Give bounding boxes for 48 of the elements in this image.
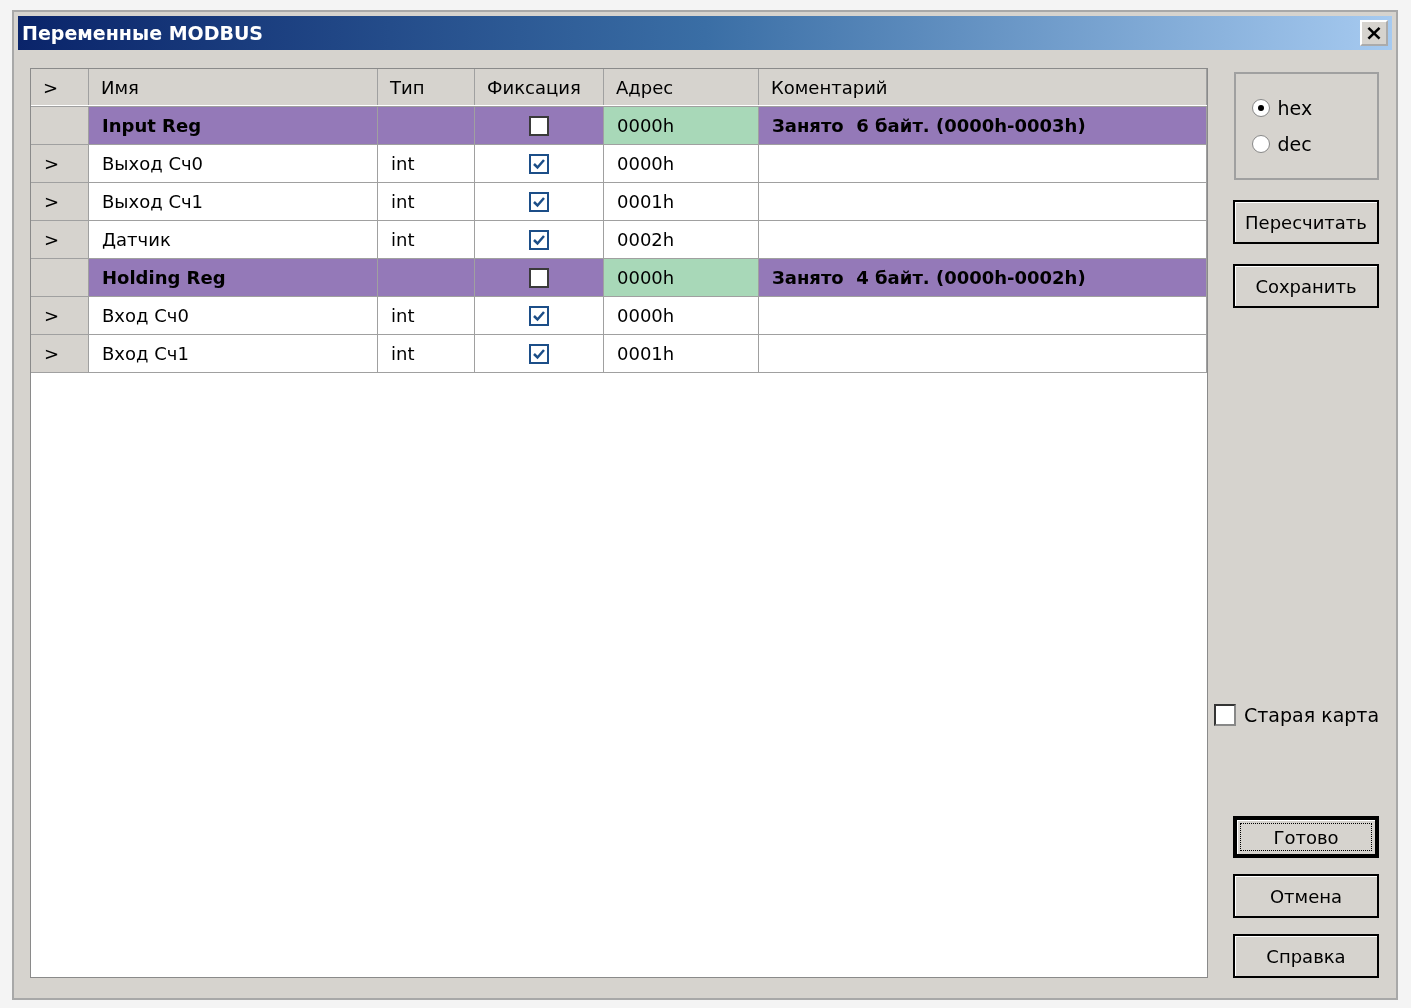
- checkbox[interactable]: [529, 343, 549, 364]
- dialog-button[interactable]: Справка: [1233, 934, 1379, 978]
- old-map-option[interactable]: Старая карта: [1214, 704, 1380, 726]
- table-cell: Holding Reg: [89, 259, 378, 296]
- radio-label: hex: [1277, 97, 1313, 119]
- table-cell: 0000h: [604, 259, 759, 296]
- column-header[interactable]: >: [31, 69, 89, 105]
- checkbox[interactable]: [529, 229, 549, 250]
- row-marker[interactable]: [31, 107, 89, 144]
- column-header[interactable]: Фиксация: [475, 69, 604, 105]
- checkbox[interactable]: [529, 153, 549, 174]
- radio-button[interactable]: [1251, 99, 1270, 117]
- table-cell: Input Reg: [89, 107, 378, 144]
- row-marker[interactable]: >: [31, 221, 89, 258]
- action-button[interactable]: Пересчитать: [1233, 200, 1379, 244]
- table-cell: Занято 6 байт. (0000h-0003h): [759, 107, 1207, 144]
- checkbox[interactable]: [529, 305, 549, 326]
- column-header[interactable]: Коментарий: [759, 69, 1207, 105]
- action-button[interactable]: Сохранить: [1233, 264, 1379, 308]
- radio-label: dec: [1277, 133, 1312, 155]
- dialog-button[interactable]: Отмена: [1233, 874, 1379, 918]
- window-title: Переменные MODBUS: [22, 22, 264, 44]
- check-icon: [533, 233, 545, 246]
- table-cell: Занято 4 байт. (0000h-0002h): [759, 259, 1207, 296]
- check-icon: [533, 157, 545, 170]
- radio-option[interactable]: hex: [1251, 97, 1377, 119]
- checkbox[interactable]: [1214, 704, 1236, 726]
- row-marker[interactable]: [31, 259, 89, 296]
- radio-option[interactable]: dec: [1251, 133, 1377, 155]
- checkbox[interactable]: [529, 115, 549, 136]
- table-cell: 0000h: [604, 107, 759, 144]
- checkbox-label: Старая карта: [1244, 704, 1380, 726]
- row-marker[interactable]: >: [31, 335, 89, 372]
- column-header[interactable]: Тип: [378, 69, 475, 105]
- row-marker[interactable]: >: [31, 297, 89, 334]
- check-icon: [533, 347, 545, 360]
- column-header[interactable]: Адрес: [604, 69, 759, 105]
- check-icon: [533, 195, 545, 208]
- checkbox[interactable]: [529, 191, 549, 212]
- dialog-button[interactable]: Готово: [1233, 816, 1379, 858]
- row-marker[interactable]: >: [31, 145, 89, 182]
- radio-button[interactable]: [1251, 135, 1270, 153]
- check-icon: [533, 309, 545, 322]
- column-header[interactable]: Имя: [89, 69, 378, 105]
- close-button[interactable]: ×: [1360, 20, 1388, 46]
- radio-dot-icon: [1257, 105, 1264, 111]
- row-marker[interactable]: >: [31, 183, 89, 220]
- checkbox[interactable]: [529, 267, 549, 288]
